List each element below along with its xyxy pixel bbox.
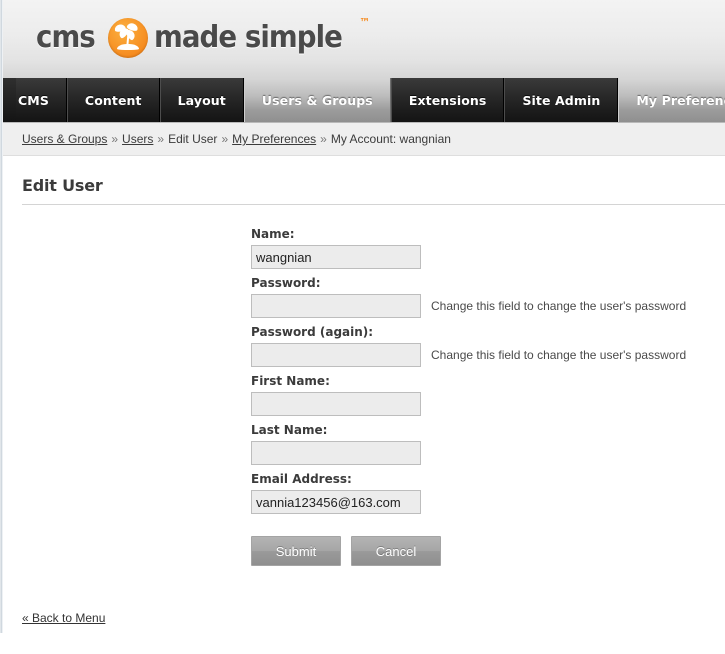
breadcrumb-item-edit-user: Edit User [168, 132, 218, 146]
label-last-name: Last Name: [251, 423, 328, 437]
nav-tab-layout[interactable]: Layout [159, 78, 244, 122]
trademark-icon: ™ [359, 16, 371, 29]
nav-tab-cms[interactable]: CMS [0, 78, 67, 122]
submit-button[interactable]: Submit [251, 536, 341, 566]
field-block-last-name: Last Name: [251, 423, 725, 465]
title-divider [22, 204, 725, 205]
site-header: cms made simple ™ [0, 0, 725, 78]
label-password: Password: [251, 276, 321, 290]
content-area: Edit User Name: Password: Change this fi… [0, 156, 725, 654]
field-block-email: Email Address: [251, 472, 725, 514]
breadcrumb-separator: » [320, 132, 327, 146]
breadcrumb-link-users[interactable]: Users [122, 132, 153, 146]
field-block-first-name: First Name: [251, 374, 725, 416]
breadcrumb-separator: » [111, 132, 119, 146]
password-hint: Change this field to change the user's p… [431, 299, 687, 313]
nav-tab-my-preferences[interactable]: My Preferences [618, 78, 725, 122]
password-input[interactable] [251, 294, 421, 318]
password-again-hint: Change this field to change the user's p… [431, 348, 687, 362]
label-first-name: First Name: [251, 374, 330, 388]
field-block-password: Password: Change this field to change th… [251, 276, 725, 318]
cancel-button[interactable]: Cancel [351, 536, 441, 566]
logo-text-made-simple: made simple [153, 20, 343, 55]
nav-tab-extensions[interactable]: Extensions [390, 78, 505, 122]
last-name-input[interactable] [251, 441, 421, 465]
breadcrumb-separator: » [221, 132, 229, 146]
email-address-input[interactable] [251, 490, 421, 514]
nav-tab-site-admin[interactable]: Site Admin [504, 78, 619, 122]
cms-made-simple-logo[interactable]: cms made simple ™ [36, 14, 370, 62]
field-block-name: Name: [251, 227, 725, 269]
breadcrumb-link-my-preferences[interactable]: My Preferences [232, 132, 316, 146]
back-to-menu-link[interactable]: « Back to Menu [22, 611, 105, 625]
label-password-again: Password (again): [251, 325, 374, 339]
breadcrumb-item-my-account: My Account: wangnian [330, 132, 451, 146]
logo-text-cms: cms [36, 20, 96, 55]
first-name-input[interactable] [251, 392, 421, 416]
password-again-input[interactable] [251, 343, 421, 367]
label-email-address: Email Address: [251, 472, 352, 486]
edit-user-form: Name: Password: Change this field to cha… [0, 227, 725, 566]
name-input[interactable] [251, 245, 421, 269]
form-actions: Submit Cancel [251, 536, 725, 566]
palm-tree-island-icon [107, 18, 148, 58]
breadcrumb: Users & Groups » Users » Edit User » My … [0, 123, 725, 156]
page-title: Edit User [22, 176, 103, 195]
nav-tab-users-and-groups[interactable]: Users & Groups [243, 78, 391, 122]
main-navigation: CMS Content Layout Users & Groups Extens… [0, 78, 725, 123]
back-to-menu: « Back to Menu [22, 611, 105, 625]
breadcrumb-link-users-and-groups[interactable]: Users & Groups [22, 132, 107, 146]
breadcrumb-separator: » [157, 132, 165, 146]
nav-tab-content[interactable]: Content [66, 78, 160, 122]
label-name: Name: [251, 227, 295, 241]
field-block-password-again: Password (again): Change this field to c… [251, 325, 725, 367]
